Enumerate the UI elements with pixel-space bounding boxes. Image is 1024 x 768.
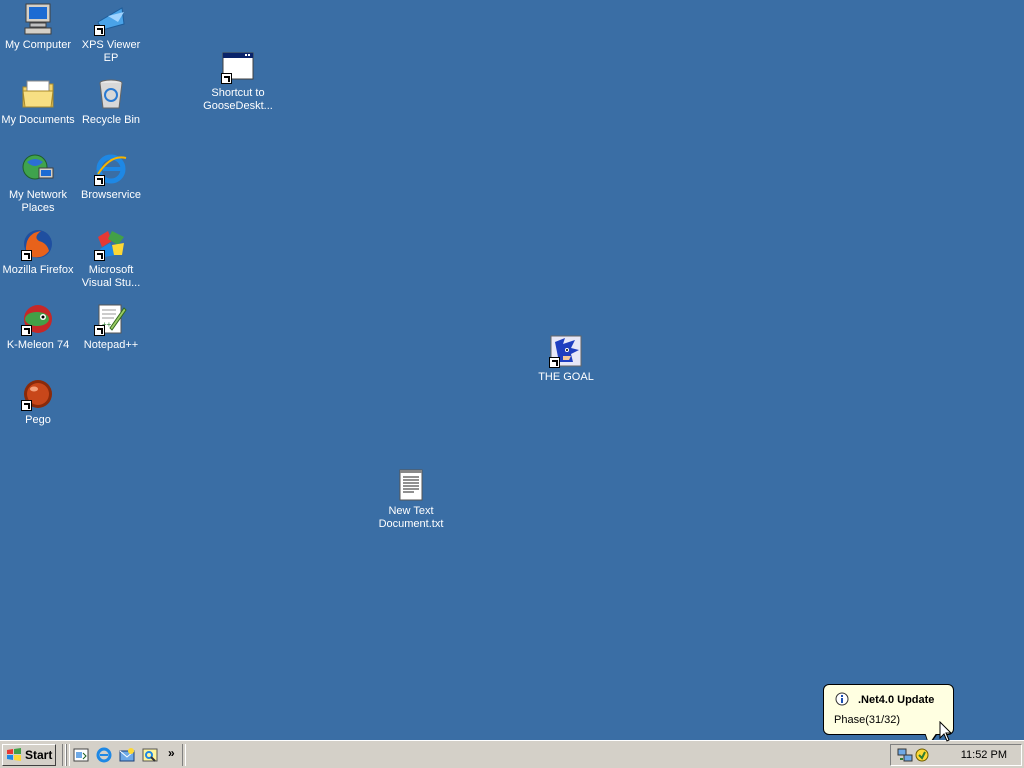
shortcut-arrow-icon bbox=[94, 175, 105, 186]
desktop-icon-label: New Text Document.txt bbox=[378, 505, 444, 530]
start-label: Start bbox=[25, 748, 53, 762]
desktop-icon-network-places[interactable]: My Network Places bbox=[0, 152, 76, 215]
window-shortcut-icon bbox=[221, 50, 255, 84]
shortcut-arrow-icon bbox=[21, 400, 32, 411]
desktop-icon-visual-studio[interactable]: Microsoft Visual Stu... bbox=[73, 227, 149, 290]
clock[interactable]: 11:52 PM bbox=[961, 749, 1007, 761]
desktop-icon-goose-shortcut[interactable]: Shortcut to GooseDeskt... bbox=[200, 50, 276, 113]
k-meleon-icon bbox=[21, 302, 55, 336]
text-document-icon bbox=[394, 468, 428, 502]
system-tray: 11:52 PM bbox=[890, 744, 1022, 766]
info-icon bbox=[835, 692, 849, 709]
desktop-icon-browservice[interactable]: Browservice bbox=[73, 152, 149, 202]
shortcut-arrow-icon bbox=[549, 357, 560, 368]
notepad-plus-plus-icon: ++ bbox=[94, 302, 128, 336]
desktop-icon-label: My Documents bbox=[1, 114, 75, 126]
tray-network-icon[interactable] bbox=[897, 747, 913, 766]
start-button[interactable]: Start bbox=[2, 744, 56, 766]
mouse-cursor-icon bbox=[939, 720, 953, 746]
my-computer-icon bbox=[21, 2, 55, 36]
shortcut-arrow-icon bbox=[94, 25, 105, 36]
visual-studio-icon bbox=[94, 227, 128, 261]
desktop-icon-my-computer[interactable]: My Computer bbox=[0, 2, 76, 52]
balloon-title: .Net4.0 Update bbox=[858, 694, 935, 706]
balloon-text: Phase(31/32) bbox=[834, 714, 901, 726]
desktop-icon-label: Mozilla Firefox bbox=[2, 264, 74, 276]
internet-explorer-icon bbox=[94, 152, 128, 186]
xps-viewer-icon bbox=[94, 2, 128, 36]
desktop-icon-xps-viewer[interactable]: XPS Viewer EP bbox=[73, 2, 149, 65]
desktop-icon-label: THE GOAL bbox=[538, 371, 594, 383]
sonic-icon bbox=[549, 334, 583, 368]
tray-update-icon[interactable] bbox=[915, 748, 929, 765]
shortcut-arrow-icon bbox=[221, 73, 232, 84]
quicklaunch-outlook-express-icon[interactable] bbox=[119, 747, 135, 763]
desktop-icon-k-meleon[interactable]: K-Meleon 74 bbox=[0, 302, 76, 352]
desktop-icon-label: Shortcut to GooseDeskt... bbox=[203, 87, 273, 112]
shortcut-arrow-icon bbox=[21, 325, 32, 336]
desktop-icon-label: My Computer bbox=[4, 39, 72, 51]
desktop-icon-new-text-document[interactable]: New Text Document.txt bbox=[373, 468, 449, 531]
taskbar-separator bbox=[182, 744, 186, 766]
taskbar: Start » 11:52 PM bbox=[0, 740, 1024, 768]
desktop-icon-my-documents[interactable]: My Documents bbox=[0, 77, 76, 127]
desktop-icon-notepad-plus-plus[interactable]: ++ Notepad++ bbox=[73, 302, 149, 352]
windows-logo-icon bbox=[7, 748, 21, 761]
quicklaunch-desktop-icon[interactable] bbox=[73, 747, 89, 763]
quicklaunch-media-icon[interactable] bbox=[142, 747, 158, 763]
taskbar-separator bbox=[66, 744, 70, 766]
desktop-icon-label: Microsoft Visual Stu... bbox=[81, 264, 141, 289]
desktop-icon-label: XPS Viewer EP bbox=[81, 39, 141, 64]
quicklaunch-internet-explorer-icon[interactable] bbox=[96, 747, 112, 763]
desktop-icon-label: Browservice bbox=[81, 189, 141, 201]
desktop-icon-pego[interactable]: Pego bbox=[0, 377, 76, 427]
notification-balloon[interactable]: .Net4.0 Update Phase(31/32) bbox=[823, 684, 954, 735]
desktop-icon-firefox[interactable]: Mozilla Firefox bbox=[0, 227, 76, 277]
shortcut-arrow-icon bbox=[21, 250, 32, 261]
desktop-icon-label: Notepad++ bbox=[83, 339, 139, 351]
desktop-icon-label: Recycle Bin bbox=[81, 114, 141, 126]
desktop-icon-label: Pego bbox=[25, 414, 51, 426]
firefox-icon bbox=[21, 227, 55, 261]
desktop-icon-recycle-bin[interactable]: Recycle Bin bbox=[73, 77, 149, 127]
desktop-icon-label: K-Meleon 74 bbox=[6, 339, 70, 351]
shortcut-arrow-icon bbox=[94, 250, 105, 261]
recycle-bin-icon bbox=[94, 77, 128, 111]
pego-icon bbox=[21, 377, 55, 411]
folder-icon bbox=[21, 77, 55, 111]
network-places-icon bbox=[21, 152, 55, 186]
desktop[interactable]: My Computer XPS Viewer EP Shortcut to Go… bbox=[0, 0, 1024, 740]
shortcut-arrow-icon bbox=[94, 325, 105, 336]
desktop-icon-label: My Network Places bbox=[8, 189, 68, 214]
quicklaunch-chevron[interactable]: » bbox=[168, 746, 175, 760]
desktop-icon-the-goal[interactable]: THE GOAL bbox=[528, 334, 604, 384]
